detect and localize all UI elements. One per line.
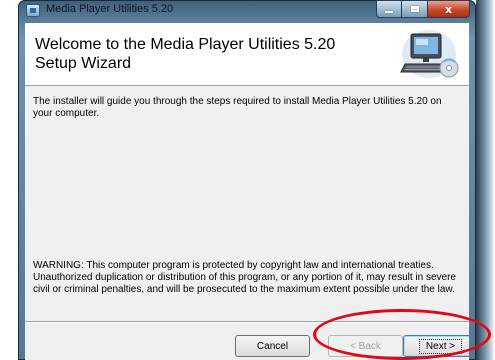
installer-app-icon xyxy=(26,4,40,17)
button-separator xyxy=(25,321,469,323)
back-button[interactable]: < Back xyxy=(328,335,403,357)
cancel-button[interactable]: Cancel xyxy=(235,335,310,357)
caption-buttons: x xyxy=(376,0,470,18)
computer-setup-icon xyxy=(400,30,459,78)
close-icon: x xyxy=(444,2,453,16)
maximize-icon xyxy=(410,6,419,12)
wizard-banner: Welcome to the Media Player Utilities 5.… xyxy=(25,23,469,86)
minimize-icon xyxy=(385,11,393,13)
next-button-label: Next > xyxy=(418,338,463,354)
maximize-button[interactable] xyxy=(402,0,428,18)
wizard-body: The installer will guide you through the… xyxy=(25,86,469,318)
intro-text: The installer will guide you through the… xyxy=(33,96,442,119)
wizard-client-area: Welcome to the Media Player Utilities 5.… xyxy=(25,23,469,360)
wizard-title: Welcome to the Media Player Utilities 5.… xyxy=(35,36,336,72)
desktop-background-strip xyxy=(476,0,495,360)
minimize-button[interactable] xyxy=(376,0,402,18)
setup-window: Media Player Utilities 5.20 x Welcome to… xyxy=(18,0,476,360)
window-title: Media Player Utilities 5.20 xyxy=(46,3,174,15)
close-button[interactable]: x xyxy=(428,0,470,18)
title-bar[interactable]: Media Player Utilities 5.20 x xyxy=(18,0,476,22)
copyright-warning: WARNING: This computer program is protec… xyxy=(33,260,456,295)
next-button[interactable]: Next > xyxy=(403,335,469,357)
